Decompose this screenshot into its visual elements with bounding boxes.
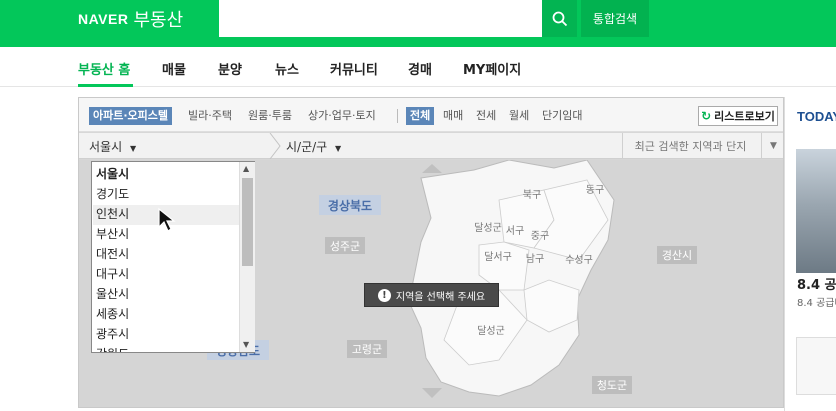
region-bar: 서울시 ▼ 시/군/구 ▼ 최근 검색한 지역과 단지 ▼	[79, 133, 783, 159]
sidebar-card[interactable]	[796, 337, 836, 395]
filter-deal-all[interactable]: 전체	[406, 107, 435, 125]
filter-oneroom-tworoom[interactable]: 원룸·투룸	[248, 107, 292, 125]
map-label-bukgu[interactable]: 북구	[523, 189, 541, 201]
map-label-cheongdo[interactable]: 청도군	[592, 376, 632, 394]
sido-select-label: 서울시	[89, 140, 123, 154]
exclamation-icon: !	[377, 288, 391, 302]
list-view-button[interactable]: ↻ 리스트로보기	[698, 106, 778, 126]
dropdown-option-sejong[interactable]: 세종시	[96, 305, 129, 322]
svg-text:청도군: 청도군	[597, 379, 627, 392]
filter-bar: 아파트·오피스텔 빌라·주택 원룸·투룸 상가·업무·토지 전체 매매 전세 월…	[79, 98, 783, 132]
breadcrumb-arrow-icon	[269, 133, 281, 159]
chevron-down-icon: ▼	[770, 141, 777, 151]
scroll-up-icon[interactable]: ▲	[243, 164, 249, 173]
map-label-dalseo[interactable]: 달서구	[484, 251, 512, 263]
sido-dropdown-list[interactable]: 서울시 경기도 인천시 부산시 대전시 대구시 울산시 세종시 광주시 강원도 …	[91, 161, 255, 353]
news-headline[interactable]: 8.4 공	[797, 274, 836, 293]
naver-real-estate-logo[interactable]: NAVER 부동산	[78, 6, 183, 32]
filter-deal-sale[interactable]: 매매	[443, 107, 463, 125]
map-label-junggu[interactable]: 중구	[531, 230, 549, 242]
dropdown-option-daejeon[interactable]: 대전시	[96, 245, 129, 262]
search-input[interactable]	[219, 0, 542, 37]
news-thumbnail[interactable]	[796, 149, 836, 273]
news-subline: 8.4 공급대	[797, 298, 836, 309]
nav-presale[interactable]: 분양	[218, 59, 242, 78]
svg-text:경산시: 경산시	[662, 249, 692, 262]
search-button[interactable]	[542, 0, 577, 37]
recent-search-select[interactable]: 최근 검색한 지역과 단지	[622, 133, 758, 159]
dropdown-option-busan[interactable]: 부산시	[96, 225, 129, 242]
map-label-seongju[interactable]: 성주군	[325, 237, 365, 254]
scroll-down-icon[interactable]: ▼	[243, 340, 249, 349]
gugun-select-label: 시/군/구	[286, 140, 328, 154]
nav-listings[interactable]: 매물	[162, 59, 186, 78]
nav-news[interactable]: 뉴스	[275, 59, 299, 78]
dropdown-option-gwangju[interactable]: 광주시	[96, 325, 129, 342]
map-label-goryeong[interactable]: 고령군	[347, 340, 387, 358]
svg-text:고령군: 고령군	[352, 343, 382, 356]
svg-text:경상북도: 경상북도	[328, 198, 372, 213]
filter-apartment-officetel[interactable]: 아파트·오피스텔	[89, 107, 173, 125]
today-heading: TODAY	[797, 109, 836, 124]
chevron-down-icon: ▼	[129, 144, 137, 153]
nav-active-underline	[78, 84, 133, 87]
filter-villa-house[interactable]: 빌라·주택	[188, 107, 232, 125]
gugun-select[interactable]: 시/군/구 ▼	[286, 138, 341, 155]
select-region-tooltip: ! 지역을 선택해 주세요	[364, 283, 499, 307]
dropdown-option-incheon[interactable]: 인천시	[96, 205, 129, 222]
select-region-tooltip-text: 지역을 선택해 주세요	[395, 291, 486, 303]
map-label-suseong[interactable]: 수성구	[565, 254, 593, 266]
sido-select[interactable]: 서울시 ▼	[89, 138, 136, 155]
nav-community[interactable]: 커뮤니티	[330, 59, 378, 78]
filter-deal-jeonse[interactable]: 전세	[476, 107, 496, 125]
logo-service: 부동산	[133, 10, 184, 31]
search-icon	[552, 11, 567, 26]
nav-mypage[interactable]: MY페이지	[463, 59, 521, 78]
filter-deal-monthly[interactable]: 월세	[509, 107, 529, 125]
dropdown-option-gyeonggi[interactable]: 경기도	[96, 185, 129, 202]
refresh-icon: ↻	[701, 109, 712, 123]
map-label-seogu[interactable]: 서구	[506, 225, 524, 237]
mouse-cursor-icon	[158, 207, 176, 232]
map-panel: 아파트·오피스텔 빌라·주택 원룸·투룸 상가·업무·토지 전체 매매 전세 월…	[78, 97, 784, 408]
top-header: NAVER 부동산 통합검색	[0, 0, 836, 47]
nav-auction[interactable]: 경매	[408, 59, 432, 78]
dropdown-option-seoul[interactable]: 서울시	[96, 165, 129, 182]
map-label-gyeongbuk[interactable]: 경상북도	[319, 195, 381, 215]
logo-brand: NAVER	[78, 11, 129, 27]
list-view-label: 리스트로보기	[714, 110, 775, 123]
svg-text:성주군: 성주군	[330, 240, 360, 253]
dropdown-option-daegu[interactable]: 대구시	[96, 265, 129, 282]
main-nav: 부동산 홈 매물 분양 뉴스 커뮤니티 경매 MY페이지	[0, 47, 836, 87]
dropdown-scrollbar[interactable]: ▲ ▼	[239, 162, 255, 352]
dropdown-option-ulsan[interactable]: 울산시	[96, 285, 129, 302]
recent-search-dropdown-button[interactable]: ▼	[761, 133, 783, 159]
filter-deal-short-term[interactable]: 단기임대	[542, 107, 582, 125]
dropdown-scroll-thumb[interactable]	[242, 178, 253, 266]
map-label-namgu[interactable]: 남구	[526, 253, 544, 265]
filter-commercial-land[interactable]: 상가·업무·토지	[308, 107, 376, 125]
dropdown-option-gangwon[interactable]: 강원도	[96, 345, 129, 352]
filter-divider	[397, 109, 398, 123]
map-label-dalseong-south[interactable]: 달성군	[477, 325, 505, 337]
total-search-button[interactable]: 통합검색	[581, 0, 649, 37]
map-label-gyeongsan[interactable]: 경산시	[657, 246, 697, 264]
map-label-donggu[interactable]: 동구	[586, 184, 604, 196]
nav-home[interactable]: 부동산 홈	[78, 59, 130, 78]
chevron-down-icon: ▼	[335, 144, 342, 153]
map-label-dalseong-north[interactable]: 달성군	[474, 222, 502, 234]
right-sidebar: TODAY 8.4 공 8.4 공급대	[784, 97, 836, 411]
